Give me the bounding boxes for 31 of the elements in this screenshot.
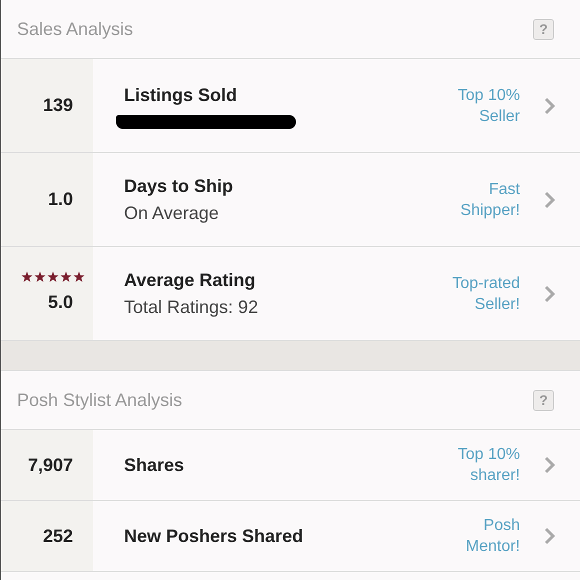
star-icon (34, 272, 46, 282)
achievement-label: Posh Mentor! (466, 516, 520, 557)
help-button[interactable]: ? (533, 390, 554, 410)
star-icon (60, 272, 72, 282)
stat-title: Shares (124, 454, 186, 476)
stat-title: Days to Ship (124, 174, 234, 198)
chevron-icon[interactable] (544, 456, 556, 474)
star-icon (48, 272, 58, 282)
stat-subtitle: Total Ratings: 92 (124, 296, 260, 319)
star-icon (74, 272, 84, 282)
stat-value: 5.0 (48, 291, 73, 314)
stat-value: 139 (42, 94, 73, 117)
star-icon (22, 272, 32, 282)
achievement-label: Fast Shipper! (460, 180, 520, 220)
achievement-label: Top-rated Seller! (452, 274, 520, 314)
achievement-label: Top 10% Seller (458, 86, 520, 126)
stat-subtitle: On Average (124, 202, 220, 225)
achievement-label: Top 10% sharer! (458, 445, 520, 486)
chevron-icon[interactable] (544, 96, 556, 114)
chevron-icon[interactable] (544, 527, 556, 545)
chevron-icon[interactable] (544, 284, 556, 302)
stat-title: Average Rating (124, 268, 256, 292)
chevron-icon[interactable] (544, 190, 556, 208)
section-title: Posh Stylist Analysis (17, 388, 182, 412)
stat-value: 1.0 (48, 188, 73, 211)
stat-title: Listings Sold (124, 84, 238, 107)
stat-title: New Poshers Shared (124, 524, 304, 548)
stat-value: 7,907 (28, 454, 73, 476)
section-title: Sales Analysis (17, 18, 134, 41)
stat-value: 252 (42, 524, 73, 548)
help-button[interactable]: ? (533, 18, 554, 40)
